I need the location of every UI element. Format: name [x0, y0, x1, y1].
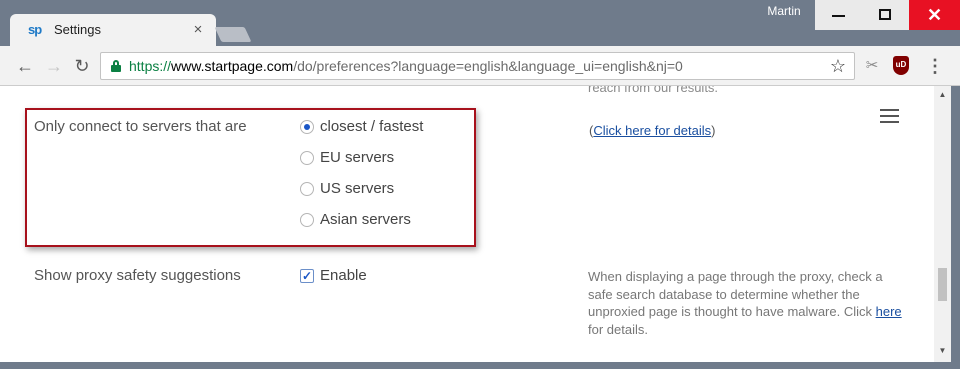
- scissors-icon[interactable]: ✂: [862, 56, 882, 76]
- description-text: When displaying a page through the proxy…: [588, 269, 883, 319]
- lock-icon[interactable]: [111, 60, 121, 72]
- back-icon[interactable]: ←: [15, 56, 35, 76]
- minimize-icon: [832, 15, 845, 17]
- close-icon: ✕: [926, 5, 943, 25]
- enable-label[interactable]: Enable: [320, 267, 367, 285]
- details-suffix: ): [711, 123, 716, 138]
- proxy-setting-label: Show proxy safety suggestions: [34, 267, 241, 284]
- option-label: EU servers: [320, 149, 395, 166]
- url-scheme: https://: [129, 58, 172, 74]
- option-label: Asian servers: [320, 211, 411, 228]
- radio-button[interactable]: [300, 120, 314, 134]
- url-text[interactable]: https://www.startpage.com/do/preferences…: [129, 58, 683, 75]
- scroll-up-icon[interactable]: ▲: [934, 88, 951, 102]
- window-border: [0, 362, 960, 369]
- option-label: closest / fastest: [320, 118, 424, 135]
- window-border: [951, 86, 960, 362]
- minimize-button[interactable]: [815, 0, 862, 30]
- server-setting-label: Only connect to servers that are: [34, 118, 247, 135]
- star-icon[interactable]: ☆: [828, 56, 848, 76]
- option-label: US servers: [320, 180, 395, 197]
- address-bar[interactable]: https://www.startpage.com/do/preferences…: [100, 52, 855, 80]
- ublock-icon[interactable]: uD: [893, 56, 909, 75]
- proxy-description: When displaying a page through the proxy…: [588, 268, 908, 338]
- tab-close-icon[interactable]: ×: [190, 21, 206, 39]
- maximize-button[interactable]: [862, 0, 909, 30]
- tab-title: Settings: [54, 22, 101, 37]
- browser-toolbar: ← → ↻ https://www.startpage.com/do/prefe…: [0, 46, 960, 86]
- description-suffix: for details.: [588, 321, 648, 337]
- menu-icon[interactable]: ⋮: [925, 56, 945, 76]
- scroll-down-icon[interactable]: ▼: [934, 344, 951, 358]
- tab-settings[interactable]: sp Settings ×: [10, 14, 216, 46]
- radio-button[interactable]: [300, 213, 314, 227]
- close-window-button[interactable]: ✕: [909, 0, 960, 30]
- maximize-icon: [879, 9, 891, 20]
- details-link[interactable]: Click here for details: [593, 123, 711, 138]
- url-path: /do/preferences?language=english&languag…: [293, 58, 683, 74]
- page-content: reach from our results. Only connect to …: [0, 86, 960, 362]
- hamburger-icon[interactable]: [880, 109, 900, 125]
- forward-icon[interactable]: →: [44, 56, 64, 76]
- url-host: www.startpage.com: [171, 58, 294, 74]
- radio-button[interactable]: [300, 182, 314, 196]
- startpage-favicon-icon: sp: [28, 22, 42, 37]
- description-link[interactable]: here: [876, 304, 902, 319]
- vertical-scrollbar[interactable]: ▲ ▼: [934, 86, 951, 362]
- cutoff-text: reach from our results.: [588, 86, 719, 95]
- radio-button[interactable]: [300, 151, 314, 165]
- server-details: (Click here for details): [589, 123, 715, 139]
- browser-window: sp Settings × Martin ✕ ← → ↻ https://www…: [0, 0, 960, 369]
- scroll-thumb[interactable]: [938, 268, 947, 301]
- enable-checkbox[interactable]: ✓: [300, 269, 314, 283]
- new-tab-button[interactable]: [214, 27, 252, 42]
- profile-name[interactable]: Martin: [760, 0, 808, 22]
- tab-strip: sp Settings × Martin ✕: [0, 0, 960, 46]
- reload-icon[interactable]: ↻: [72, 56, 92, 76]
